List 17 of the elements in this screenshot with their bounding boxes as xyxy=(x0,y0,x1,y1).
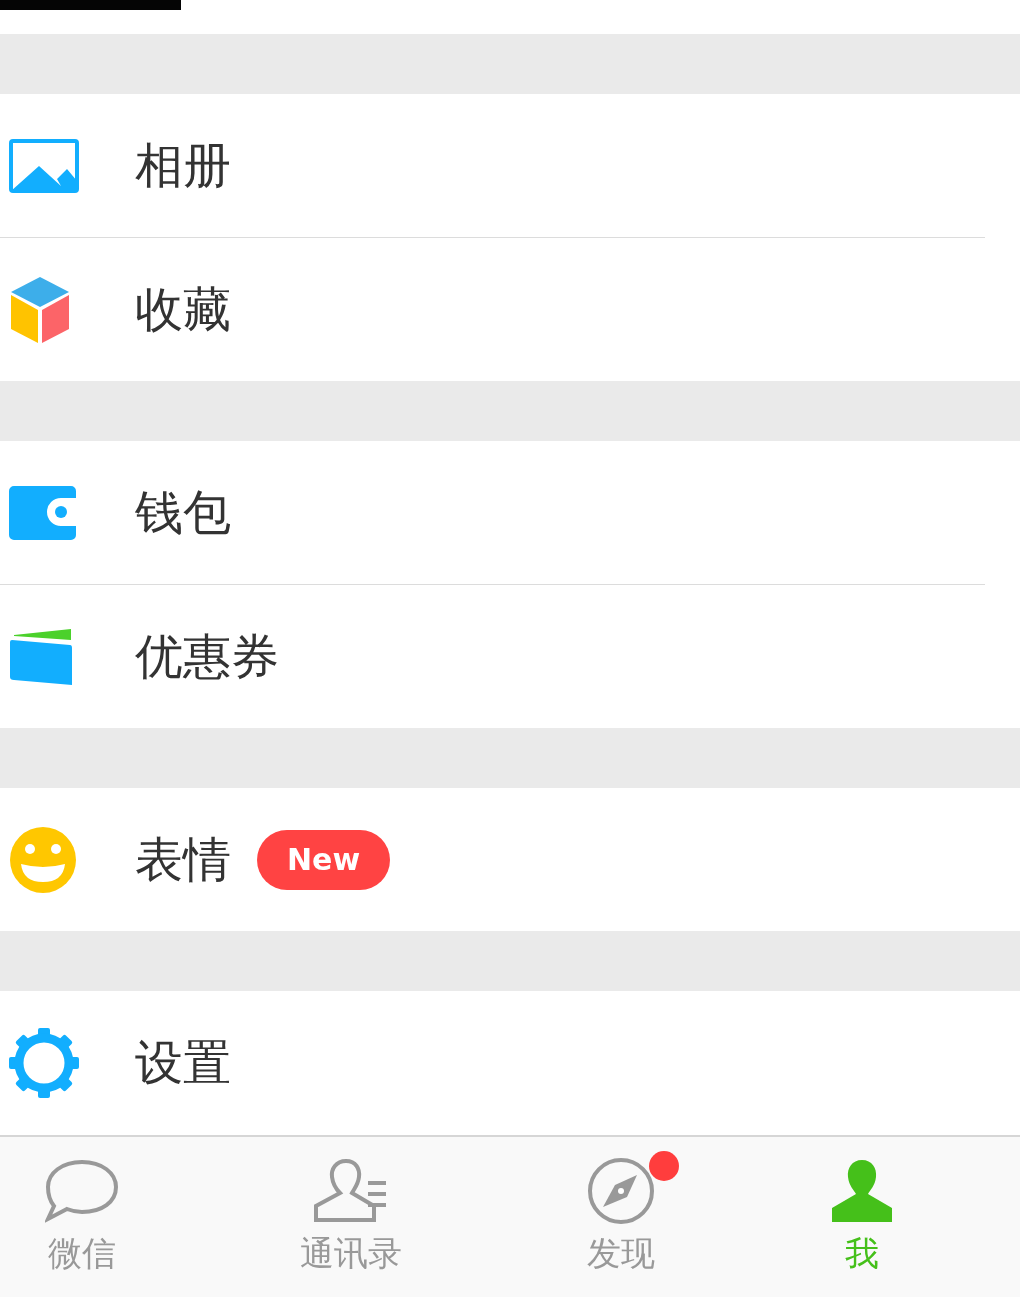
menu-label: 收藏 xyxy=(135,279,231,339)
menu-label: 优惠券 xyxy=(135,626,279,686)
picture-icon xyxy=(9,138,79,193)
menu-label: 设置 xyxy=(135,1032,231,1092)
smiley-icon xyxy=(9,825,77,894)
chat-bubble-icon xyxy=(45,1159,119,1223)
compass-icon xyxy=(587,1157,655,1225)
contacts-icon xyxy=(314,1159,388,1223)
card-icon xyxy=(9,626,73,687)
menu-label: 相册 xyxy=(135,135,231,195)
wallet-icon xyxy=(9,485,76,540)
person-icon xyxy=(830,1159,894,1223)
new-badge: New xyxy=(257,829,391,890)
settings-icon xyxy=(9,1027,79,1098)
menu-label: 表情 xyxy=(135,829,231,889)
cube-icon xyxy=(9,274,71,345)
menu-label: 钱包 xyxy=(135,482,231,542)
